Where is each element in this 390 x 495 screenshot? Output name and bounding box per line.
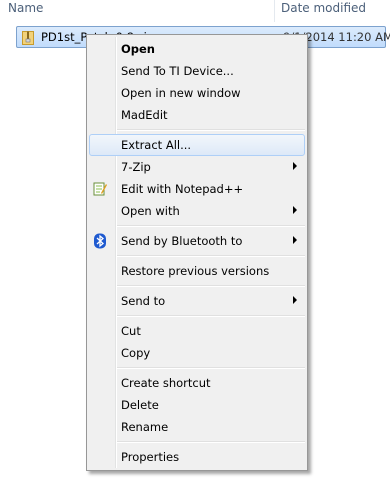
menu-item-label: Cut: [121, 324, 141, 338]
menu-item-open-with[interactable]: Open with: [89, 200, 305, 222]
menu-item-label: MadEdit: [121, 108, 168, 122]
menu-item-label: Copy: [121, 346, 151, 360]
menu-separator: [117, 255, 305, 257]
zip-folder-icon: [22, 31, 34, 45]
menu-item-create-shortcut[interactable]: Create shortcut: [89, 372, 305, 394]
menu-item-label: Rename: [121, 420, 169, 434]
menu-item-label: Send To TI Device...: [121, 64, 234, 78]
menu-separator: [117, 441, 305, 443]
menu-item-label: Open: [121, 42, 155, 56]
menu-item-properties[interactable]: Properties: [89, 446, 305, 468]
menu-item-label: Create shortcut: [121, 376, 211, 390]
submenu-arrow-icon: [293, 162, 297, 170]
menu-item-7-zip[interactable]: 7-Zip: [89, 156, 305, 178]
menu-item-label: Send by Bluetooth to: [121, 234, 243, 248]
menu-item-cut[interactable]: Cut: [89, 320, 305, 342]
menu-item-send-by-bluetooth[interactable]: Send by Bluetooth to: [89, 230, 305, 252]
menu-item-label: 7-Zip: [121, 160, 151, 174]
menu-item-rename[interactable]: Rename: [89, 416, 305, 438]
menu-item-label: Properties: [121, 450, 180, 464]
menu-separator: [117, 225, 305, 227]
menu-item-extract-all[interactable]: Extract All...: [89, 134, 305, 156]
menu-item-delete[interactable]: Delete: [89, 394, 305, 416]
column-name-header[interactable]: Name: [8, 1, 43, 15]
submenu-arrow-icon: [293, 206, 297, 214]
column-date-header[interactable]: Date modified: [281, 1, 366, 15]
menu-item-label: Edit with Notepad++: [121, 182, 244, 196]
menu-item-label: Open with: [121, 204, 180, 218]
column-header: Name Date modified: [0, 0, 390, 22]
menu-item-restore-previous-versions[interactable]: Restore previous versions: [89, 260, 305, 282]
menu-item-open[interactable]: Open: [89, 38, 305, 60]
menu-item-copy[interactable]: Copy: [89, 342, 305, 364]
menu-separator: [117, 315, 305, 317]
menu-item-edit-with-notepad[interactable]: Edit with Notepad++: [89, 178, 305, 200]
menu-item-send-to[interactable]: Send to: [89, 290, 305, 312]
menu-item-label: Restore previous versions: [121, 264, 270, 278]
menu-separator: [117, 367, 305, 369]
menu-item-label: Delete: [121, 398, 159, 412]
submenu-arrow-icon: [293, 296, 297, 304]
menu-item-send-to-ti-device[interactable]: Send To TI Device...: [89, 60, 305, 82]
menu-separator: [117, 285, 305, 287]
menu-item-label: Extract All...: [121, 138, 192, 152]
menu-separator: [117, 129, 305, 131]
menu-item-open-in-new-window[interactable]: Open in new window: [89, 82, 305, 104]
menu-item-madedit[interactable]: MadEdit: [89, 104, 305, 126]
bluetooth-icon: [94, 233, 106, 249]
submenu-arrow-icon: [293, 236, 297, 244]
menu-item-label: Open in new window: [121, 86, 241, 100]
column-divider[interactable]: [274, 0, 275, 22]
notepad-plus-plus-icon: [93, 182, 107, 196]
context-menu: Open Send To TI Device... Open in new wi…: [86, 34, 308, 471]
menu-item-label: Send to: [121, 294, 166, 308]
